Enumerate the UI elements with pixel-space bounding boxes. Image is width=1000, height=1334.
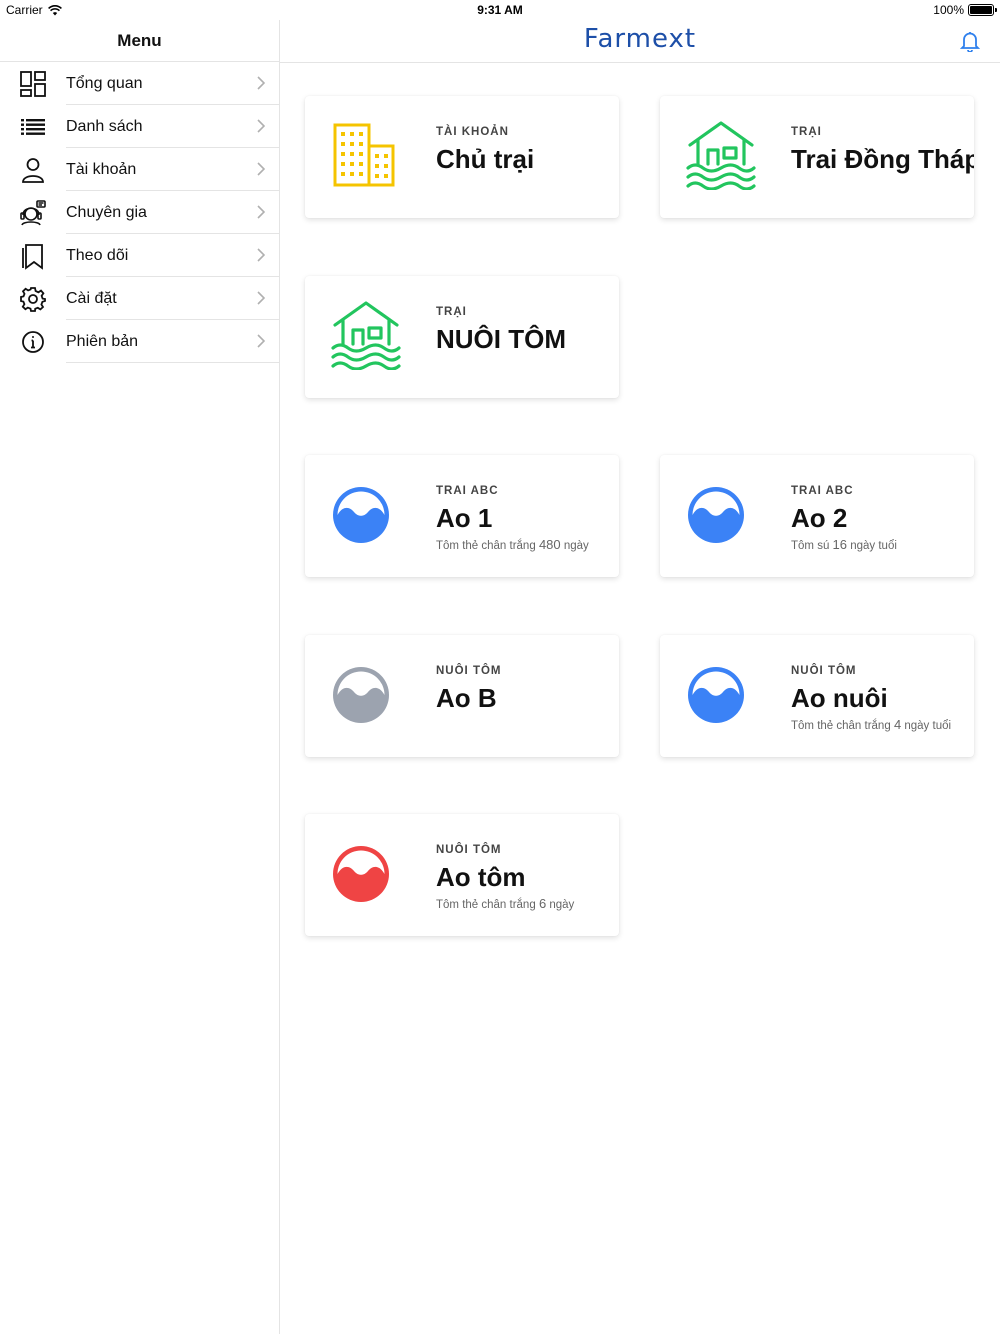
status-bar: Carrier 9:31 AM 100% (0, 0, 1000, 20)
card-title: Ao tôm (436, 862, 526, 892)
pond-icon (688, 667, 744, 723)
card-overline: TRẠI (436, 306, 467, 318)
species-label: Tôm thẻ chân trắng (436, 540, 536, 552)
age-unit: ngày tuổi (850, 540, 897, 552)
card-overline: NUÔI TÔM (791, 665, 857, 677)
age-value: 16 (832, 537, 848, 552)
list-icon (0, 118, 66, 136)
clock: 9:31 AM (477, 3, 523, 17)
species-label: Tôm sú (791, 540, 830, 552)
farm-house-icon (686, 121, 756, 190)
app-logo: Farmext (583, 24, 697, 54)
card-ao-tom[interactable]: NUÔI TÔM Ao tôm Tôm thẻ chân trắng 6 ngà… (305, 814, 619, 936)
card-overline: NUÔI TÔM (436, 844, 502, 856)
age-unit: ngày (549, 899, 575, 911)
age-unit: ngày (563, 540, 589, 552)
species-label: Tôm thẻ chân trắng (791, 720, 891, 732)
age-value: 6 (538, 896, 547, 911)
chevron-right-icon (257, 291, 265, 305)
card-ao-2[interactable]: TRAI ABC Ao 2 Tôm sú 16 ngày tuổi (660, 455, 974, 577)
chevron-right-icon (257, 334, 265, 348)
card-chu-trai[interactable]: TÀI KHOẢN Chủ trại (305, 96, 619, 218)
sidebar-item-theo-doi[interactable]: Theo dõi (0, 234, 279, 277)
battery-info: 100% (933, 3, 997, 17)
card-overline: TRAI ABC (791, 485, 854, 497)
chevron-right-icon (257, 248, 265, 262)
support-agent-icon (0, 199, 66, 227)
farm-house-icon (331, 301, 401, 370)
card-title: Chủ trại (436, 144, 535, 174)
pond-icon (333, 846, 389, 902)
bookmark-icon (0, 242, 66, 270)
age-value: 4 (893, 717, 902, 732)
card-subtitle: Tôm thẻ chân trắng 6 ngày (436, 896, 619, 911)
pond-icon (333, 667, 389, 723)
card-nuoi-tom[interactable]: TRẠI NUÔI TÔM (305, 276, 619, 398)
card-subtitle: Tôm sú 16 ngày tuổi (791, 537, 974, 552)
user-icon (0, 157, 66, 183)
card-overline: TÀI KHOẢN (436, 126, 509, 138)
chevron-right-icon (257, 162, 265, 176)
card-overline: NUÔI TÔM (436, 665, 502, 677)
card-title: Ao nuôi (791, 683, 888, 713)
sidebar-item-tai-khoan[interactable]: Tài khoản (0, 148, 279, 191)
card-title: Ao B (436, 683, 497, 713)
sidebar-item-label: Theo dõi (66, 234, 279, 277)
sidebar-item-label: Tài khoản (66, 148, 279, 191)
sidebar-item-label: Danh sách (66, 105, 279, 148)
card-title: Ao 1 (436, 503, 493, 533)
chevron-right-icon (257, 76, 265, 90)
sidebar-item-label: Cài đặt (66, 277, 279, 320)
battery-icon (968, 4, 997, 16)
card-subtitle: Tôm thẻ chân trắng 480 ngày (436, 537, 619, 552)
card-subtitle: Tôm thẻ chân trắng 4 ngày tuổi (791, 717, 974, 732)
sidebar-item-tong-quan[interactable]: Tổng quan (0, 62, 279, 105)
sidebar: Menu Tổng quan Danh sách Tài khoản Chuyê… (0, 20, 280, 1334)
building-icon (333, 123, 395, 187)
card-overline: TRAI ABC (436, 485, 499, 497)
top-bar: Farmext (280, 20, 1000, 63)
age-unit: ngày tuổi (904, 720, 952, 732)
sidebar-item-phien-ban[interactable]: Phiên bản (0, 320, 279, 363)
sidebar-item-label: Phiên bản (66, 320, 279, 363)
sidebar-item-label: Tổng quan (66, 62, 279, 105)
age-value: 480 (538, 537, 561, 552)
card-overline: TRẠI (791, 126, 822, 138)
dashboard-icon (0, 70, 66, 98)
card-trai-dong-thap[interactable]: TRẠI Trai Đồng Tháp (660, 96, 974, 218)
pond-icon (688, 487, 744, 543)
gear-icon (0, 286, 66, 312)
card-ao-b[interactable]: NUÔI TÔM Ao B (305, 635, 619, 757)
bell-icon[interactable] (960, 30, 980, 52)
sidebar-title: Menu (0, 20, 279, 62)
sidebar-item-danh-sach[interactable]: Danh sách (0, 105, 279, 148)
chevron-right-icon (257, 205, 265, 219)
species-label: Tôm thẻ chân trắng (436, 899, 536, 911)
chevron-right-icon (257, 119, 265, 133)
card-title: Ao 2 (791, 503, 848, 533)
sidebar-item-chuyen-gia[interactable]: Chuyên gia (0, 191, 279, 234)
pond-icon (333, 487, 389, 543)
sidebar-item-cai-dat[interactable]: Cài đặt (0, 277, 279, 320)
card-title: NUÔI TÔM (436, 324, 566, 354)
card-title: Trai Đồng Tháp (791, 144, 974, 174)
battery-percent: 100% (933, 3, 964, 17)
info-icon (0, 330, 66, 354)
card-ao-1[interactable]: TRAI ABC Ao 1 Tôm thẻ chân trắng 480 ngà… (305, 455, 619, 577)
sidebar-item-label: Chuyên gia (66, 191, 279, 234)
card-ao-nuoi[interactable]: NUÔI TÔM Ao nuôi Tôm thẻ chân trắng 4 ng… (660, 635, 974, 757)
